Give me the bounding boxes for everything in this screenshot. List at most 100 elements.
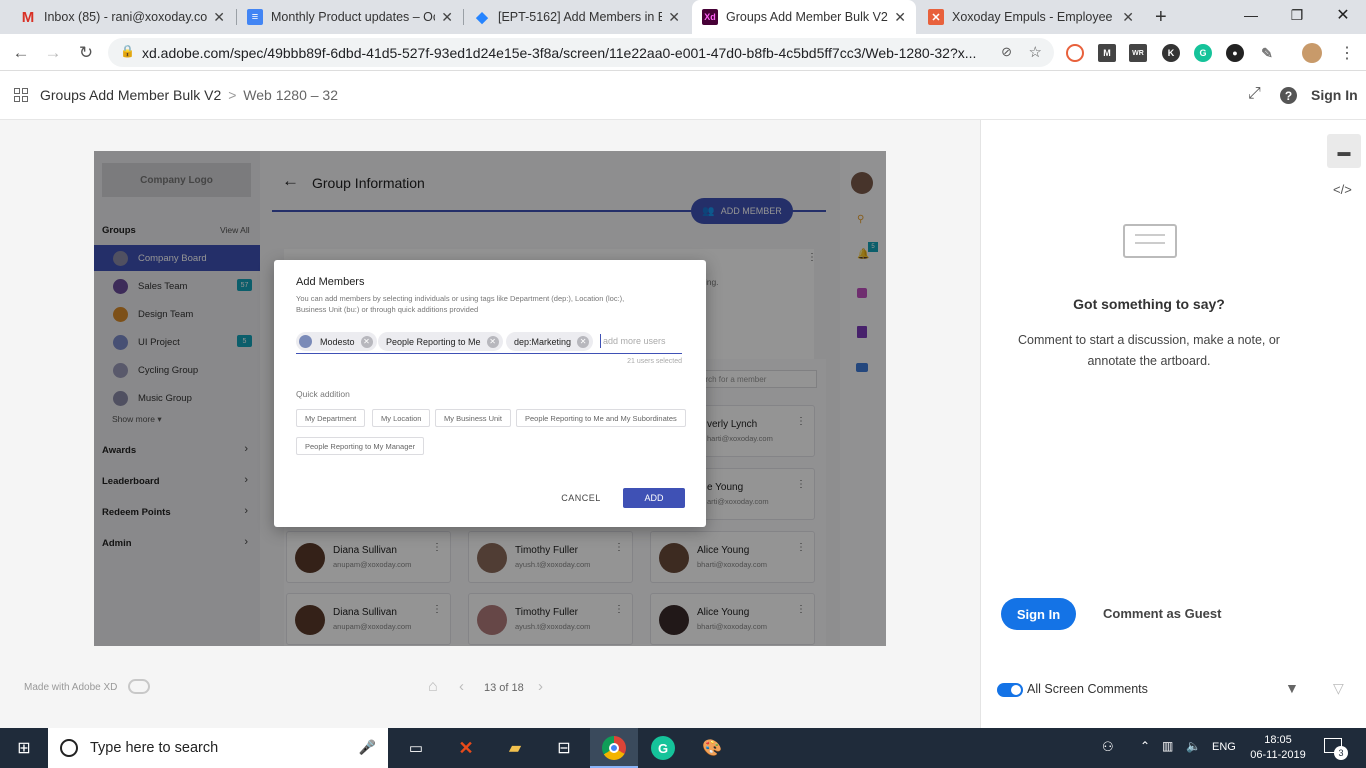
comments-panel: Got something to say? Comment to start a… bbox=[980, 120, 1366, 728]
breadcrumb: Groups Add Member Bulk V2 > Web 1280 – 3… bbox=[40, 87, 338, 103]
paint-icon[interactable]: 🎨 bbox=[700, 736, 724, 760]
close-icon[interactable]: ✕ bbox=[213, 9, 225, 26]
gmail-extension-icon[interactable]: M bbox=[1098, 44, 1116, 62]
wr-extension-icon[interactable]: WR bbox=[1129, 44, 1147, 62]
star-icon[interactable]: ☆ bbox=[1029, 43, 1042, 61]
add-button[interactable]: ADD bbox=[623, 488, 685, 508]
tab-title: Monthly Product updates – Oc bbox=[271, 10, 436, 24]
comment-as-guest-button[interactable]: Comment as Guest bbox=[1103, 606, 1221, 621]
google-docs-icon: ≡ bbox=[247, 9, 263, 25]
eyedropper-icon[interactable]: ✎ bbox=[1258, 44, 1276, 62]
tab-gmail[interactable]: M Inbox (85) - rani@xoxoday.com ✕ bbox=[10, 0, 235, 34]
language-indicator[interactable]: ENG bbox=[1212, 741, 1236, 753]
remove-chip-icon[interactable]: ✕ bbox=[360, 335, 373, 348]
menu-icon[interactable]: ⋮ bbox=[1334, 40, 1360, 66]
volume-icon[interactable]: 🔈 bbox=[1186, 739, 1201, 753]
app-x-icon[interactable]: ✕ bbox=[454, 736, 478, 760]
url-text: xd.adobe.com/spec/49bbb89f-6dbd-41d5-527… bbox=[142, 44, 977, 61]
all-comments-toggle[interactable] bbox=[997, 683, 1023, 697]
windows-start-icon[interactable]: ⊞ bbox=[12, 736, 36, 760]
chat-extension-icon[interactable]: ● bbox=[1226, 44, 1244, 62]
tab-title: Inbox (85) - rani@xoxoday.com bbox=[44, 10, 208, 24]
grammarly-taskbar-icon[interactable]: G bbox=[651, 736, 675, 760]
close-window-icon[interactable]: ✕ bbox=[1320, 0, 1366, 30]
minimize-icon[interactable]: — bbox=[1228, 0, 1274, 30]
grid-icon[interactable] bbox=[14, 88, 28, 102]
store-icon[interactable]: ⊟ bbox=[552, 736, 576, 760]
taskbar-search[interactable]: Type here to search 🎤 bbox=[48, 728, 388, 768]
people-icon[interactable]: ⚇ bbox=[1102, 739, 1114, 755]
member-chip[interactable]: Modesto ✕ bbox=[296, 332, 377, 351]
quick-add-reporting-and-subordinates[interactable]: People Reporting to Me and My Subordinat… bbox=[516, 409, 686, 427]
comments-body: Comment to start a discussion, make a no… bbox=[1018, 333, 1280, 368]
close-icon[interactable]: ✕ bbox=[668, 9, 680, 26]
address-bar-row: ← → ↻ 🔒 xd.adobe.com/spec/49bbb89f-6dbd-… bbox=[0, 34, 1366, 71]
cancel-button[interactable]: CANCEL bbox=[554, 488, 608, 508]
lock-icon: 🔒 bbox=[120, 44, 135, 58]
comments-tab-icon[interactable]: ▬ bbox=[1327, 134, 1361, 168]
fullscreen-icon[interactable]: ⤢ bbox=[1248, 85, 1261, 103]
browser-tab-bar: M Inbox (85) - rani@xoxoday.com ✕ ≡ Mont… bbox=[0, 0, 1366, 34]
reload-icon[interactable]: ↻ bbox=[73, 40, 99, 66]
chevron-right-icon[interactable]: › bbox=[538, 678, 543, 695]
quick-add-my-business-unit[interactable]: My Business Unit bbox=[435, 409, 511, 427]
notification-count: 3 bbox=[1334, 746, 1348, 760]
k-extension-icon[interactable]: K bbox=[1162, 44, 1180, 62]
clock[interactable]: 18:05 06-11-2019 bbox=[1250, 733, 1306, 763]
quick-add-my-department[interactable]: My Department bbox=[296, 409, 366, 427]
forward-icon[interactable]: → bbox=[40, 40, 66, 66]
filter-off-icon[interactable]: ▽ bbox=[1333, 680, 1344, 697]
close-icon[interactable]: ✕ bbox=[1122, 9, 1134, 26]
cookie-icon[interactable]: ⊘ bbox=[1001, 44, 1012, 60]
home-icon[interactable]: ⌂ bbox=[428, 678, 438, 696]
close-icon[interactable]: ✕ bbox=[894, 9, 906, 26]
sign-in-button[interactable]: Sign In bbox=[1001, 598, 1076, 630]
tab-empuls[interactable]: ✕ Xoxoday Empuls - Employee E ✕ bbox=[918, 0, 1144, 34]
tab-title: [EPT-5162] Add Members in Bu bbox=[498, 10, 663, 24]
selected-count: 21 users selected bbox=[627, 358, 682, 365]
grammarly-icon[interactable]: G bbox=[1194, 44, 1212, 62]
close-icon[interactable]: ✕ bbox=[441, 9, 453, 26]
xd-header: Groups Add Member Bulk V2 > Web 1280 – 3… bbox=[0, 71, 1366, 120]
quick-add-reporting-to-manager[interactable]: People Reporting to My Manager bbox=[296, 437, 425, 455]
opera-extension-icon[interactable] bbox=[1066, 44, 1084, 62]
tab-jira[interactable]: ◆ [EPT-5162] Add Members in Bu ✕ bbox=[464, 0, 690, 34]
quick-addition-label: Quick addition bbox=[296, 389, 350, 399]
comments-heading: Got something to say? bbox=[1073, 296, 1225, 312]
microphone-icon[interactable]: 🎤 bbox=[359, 739, 376, 756]
quick-add-my-location[interactable]: My Location bbox=[372, 409, 431, 427]
back-icon[interactable]: ← bbox=[8, 40, 34, 66]
adobe-xd-icon: Xd bbox=[702, 9, 718, 25]
help-icon[interactable]: ? bbox=[1280, 87, 1297, 104]
new-tab-button[interactable]: + bbox=[1150, 0, 1180, 34]
member-chip[interactable]: dep:Marketing ✕ bbox=[506, 332, 594, 351]
tab-docs[interactable]: ≡ Monthly Product updates – Oc ✕ bbox=[237, 0, 463, 34]
creative-cloud-icon bbox=[128, 679, 150, 694]
network-icon[interactable]: ▥ bbox=[1162, 739, 1173, 753]
breadcrumb-screen: Web 1280 – 32 bbox=[243, 87, 338, 103]
task-view-icon[interactable]: ▭ bbox=[404, 736, 428, 760]
breadcrumb-project[interactable]: Groups Add Member Bulk V2 bbox=[40, 87, 221, 103]
code-icon[interactable]: </> bbox=[1333, 182, 1352, 197]
file-explorer-icon[interactable]: ▰ bbox=[503, 736, 527, 760]
tab-title: Groups Add Member Bulk V2 bbox=[726, 10, 888, 24]
gmail-icon: M bbox=[21, 8, 35, 26]
chevron-left-icon[interactable]: ‹ bbox=[459, 678, 464, 695]
comment-bubble-icon bbox=[1123, 224, 1177, 258]
add-users-input[interactable]: add more users bbox=[603, 336, 666, 346]
search-icon bbox=[60, 739, 78, 757]
profile-avatar[interactable] bbox=[1302, 43, 1322, 63]
chrome-taskbar-button[interactable] bbox=[590, 728, 638, 768]
tab-title: Xoxoday Empuls - Employee E bbox=[952, 10, 1117, 24]
member-chip[interactable]: People Reporting to Me ✕ bbox=[378, 332, 503, 351]
tab-adobe-xd[interactable]: Xd Groups Add Member Bulk V2 ✕ bbox=[692, 0, 916, 34]
filter-icon[interactable]: ▼ bbox=[1285, 680, 1299, 696]
jira-icon: ◆ bbox=[476, 9, 488, 26]
remove-chip-icon[interactable]: ✕ bbox=[486, 335, 499, 348]
restore-icon[interactable]: ❐ bbox=[1274, 0, 1320, 30]
header-sign-in-link[interactable]: Sign In bbox=[1311, 87, 1358, 103]
made-with-label: Made with Adobe XD bbox=[24, 682, 118, 693]
remove-chip-icon[interactable]: ✕ bbox=[577, 335, 590, 348]
url-field[interactable]: 🔒 xd.adobe.com/spec/49bbb89f-6dbd-41d5-5… bbox=[108, 38, 1054, 67]
chevron-up-icon[interactable]: ⌃ bbox=[1140, 739, 1150, 753]
